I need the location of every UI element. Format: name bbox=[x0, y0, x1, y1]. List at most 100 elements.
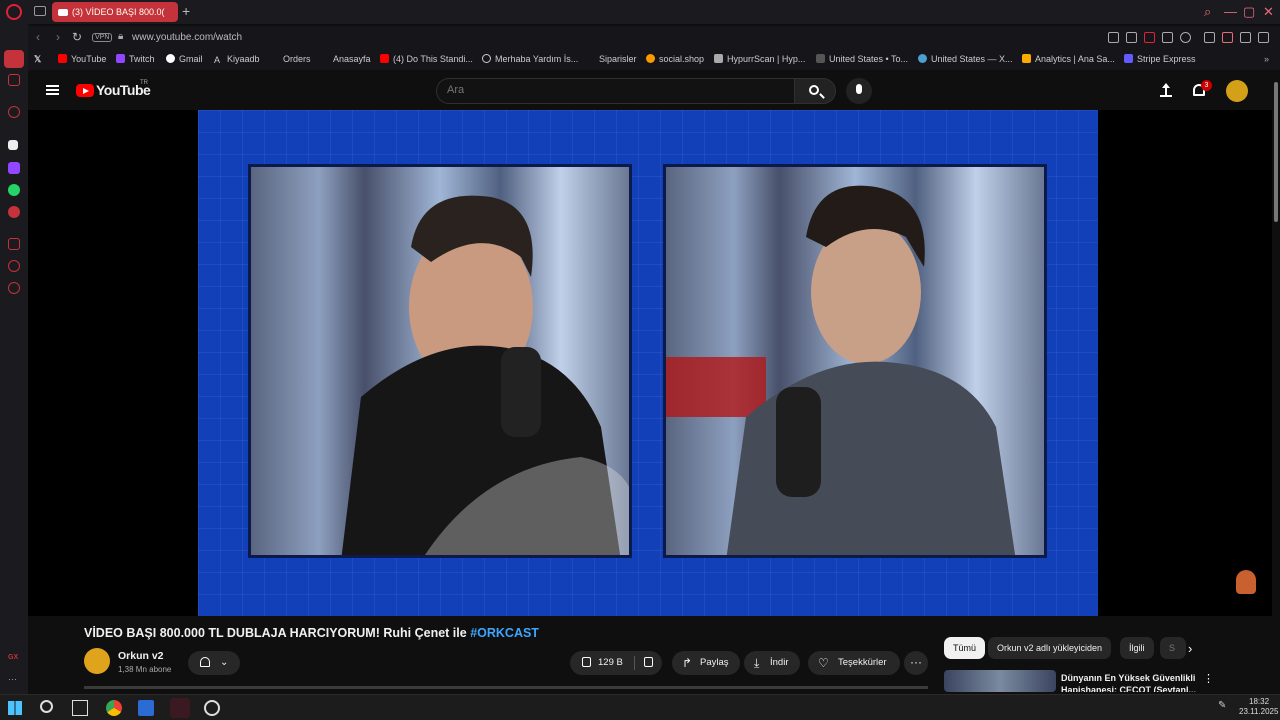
arc-icon[interactable] bbox=[8, 140, 18, 150]
download-button[interactable]: ⤓ İndir bbox=[744, 651, 800, 675]
extension-icon[interactable] bbox=[1108, 32, 1119, 43]
recommended-video-thumbnail[interactable] bbox=[944, 670, 1056, 692]
account-avatar[interactable] bbox=[1226, 80, 1248, 102]
pocket-icon[interactable] bbox=[1144, 32, 1155, 43]
bookmark-item[interactable]: Anasayfa bbox=[320, 54, 371, 64]
aria-icon[interactable] bbox=[8, 106, 20, 118]
bookmark-item[interactable]: A Kiyaadb bbox=[214, 54, 260, 65]
recommended-more-icon[interactable]: ⋮ bbox=[1203, 672, 1214, 685]
more-bookmarks-icon[interactable]: » bbox=[1264, 54, 1269, 64]
channel-subscriber-count: 1,38 Mn abone bbox=[118, 665, 172, 674]
opera-gx-taskbar-icon[interactable] bbox=[170, 698, 190, 718]
app-icon[interactable] bbox=[204, 700, 220, 716]
history-icon[interactable] bbox=[8, 260, 20, 272]
whatsapp-icon[interactable] bbox=[8, 184, 20, 196]
tab-switcher-icon[interactable] bbox=[34, 6, 46, 16]
maximize-button[interactable]: ▢ bbox=[1243, 4, 1255, 20]
recommended-video-title[interactable]: Dünyanın En Yüksek Güvenlikli Hapishanes… bbox=[1061, 672, 1197, 692]
channel-avatar[interactable] bbox=[84, 648, 110, 674]
account-icon[interactable] bbox=[1222, 32, 1233, 43]
hamburger-menu-icon[interactable] bbox=[46, 85, 59, 95]
chevron-right-icon[interactable]: › bbox=[1188, 641, 1192, 656]
bookmark-item[interactable]: Stripe Express bbox=[1124, 54, 1196, 64]
chip-partial[interactable]: S bbox=[1160, 637, 1186, 659]
like-icon[interactable] bbox=[582, 657, 591, 667]
dislike-icon[interactable] bbox=[644, 657, 653, 667]
like-dislike-group: 129 B bbox=[570, 651, 662, 675]
channel-watermark[interactable] bbox=[1236, 570, 1256, 594]
player-icon[interactable] bbox=[1162, 32, 1173, 43]
lock-icon[interactable]: 🔒︎ bbox=[118, 31, 123, 42]
share-button[interactable]: ↱ Paylaş bbox=[672, 651, 740, 675]
x-bookmark[interactable]: 𝕏 bbox=[34, 54, 41, 65]
pen-icon[interactable]: ✎ bbox=[1218, 700, 1228, 716]
reload-button[interactable]: ↻ bbox=[72, 30, 82, 44]
bookmark-item[interactable]: (4) Do This Standi... bbox=[380, 54, 473, 64]
upload-icon[interactable] bbox=[1160, 83, 1172, 97]
youtube-music-icon[interactable] bbox=[8, 206, 20, 218]
chip-related[interactable]: İlgili bbox=[1120, 637, 1154, 659]
snapshot-icon[interactable] bbox=[1126, 32, 1137, 43]
opera-logo-icon[interactable] bbox=[6, 4, 22, 20]
clock-time[interactable]: 18:32 bbox=[1249, 697, 1269, 706]
forward-button[interactable]: › bbox=[56, 30, 60, 44]
search-tabs-icon[interactable]: ⌕ bbox=[1204, 4, 1211, 20]
youtube-logo-icon[interactable] bbox=[76, 84, 94, 97]
bookmark-item[interactable]: Analytics | Ana Sa... bbox=[1022, 54, 1115, 64]
bookmark-item[interactable]: Siparisler bbox=[586, 54, 637, 64]
subscribed-notifications-button[interactable]: ⌄ bbox=[188, 651, 240, 675]
wallet-icon[interactable] bbox=[8, 238, 20, 250]
search-input[interactable] bbox=[447, 84, 747, 96]
gx-icon[interactable]: GX bbox=[8, 654, 20, 666]
new-tab-button[interactable]: + bbox=[182, 3, 190, 19]
bookmark-item[interactable]: HypurrScan | Hyp... bbox=[714, 54, 805, 64]
extensions-icon[interactable] bbox=[1204, 32, 1215, 43]
bookmark-item[interactable]: social.shop bbox=[646, 54, 704, 64]
thanks-label: Teşekkürler bbox=[838, 657, 887, 668]
task-view-icon[interactable] bbox=[72, 700, 88, 716]
twitch-icon[interactable] bbox=[8, 162, 20, 174]
bookmark-item[interactable]: Twitch bbox=[116, 54, 155, 64]
windows-taskbar: ✎ bbox=[0, 694, 1280, 720]
scrollbar-thumb[interactable] bbox=[1274, 82, 1278, 222]
settings-icon[interactable] bbox=[8, 282, 20, 294]
like-count[interactable]: 129 B bbox=[598, 651, 623, 675]
bookmark-item[interactable]: Merhaba Yardım İs... bbox=[482, 54, 578, 64]
bookmark-item[interactable]: Gmail bbox=[166, 54, 203, 64]
taskbar-search-icon[interactable] bbox=[40, 700, 53, 713]
bookmark-label: Orders bbox=[283, 54, 311, 64]
windows-start-icon[interactable] bbox=[8, 701, 22, 715]
bookmark-item[interactable]: United States — X... bbox=[918, 54, 1013, 64]
page-scrollbar[interactable] bbox=[1272, 72, 1280, 694]
bookmark-item[interactable]: United States • To... bbox=[816, 54, 908, 64]
menu-icon[interactable] bbox=[1258, 32, 1269, 43]
search-button[interactable] bbox=[794, 78, 836, 104]
chip-all[interactable]: Tümü bbox=[944, 637, 986, 659]
sidebar-more-icon[interactable]: ··· bbox=[8, 674, 20, 686]
download-icon[interactable] bbox=[1240, 32, 1251, 43]
video-frame[interactable] bbox=[198, 110, 1098, 616]
person-left-figure bbox=[341, 195, 629, 555]
clock-date[interactable]: 23.11.2025 bbox=[1239, 707, 1278, 716]
bookmark-item[interactable]: YouTube bbox=[58, 54, 106, 64]
minimize-button[interactable]: — bbox=[1224, 4, 1237, 19]
home-icon[interactable] bbox=[4, 50, 24, 68]
close-window-button[interactable]: ✕ bbox=[1263, 4, 1274, 20]
chrome-icon[interactable] bbox=[106, 700, 122, 716]
browser-tab-active[interactable]: (3) VİDEO BAŞI 800.0( bbox=[52, 2, 178, 22]
more-actions-button[interactable]: ··· bbox=[904, 651, 928, 675]
calculator-icon[interactable] bbox=[138, 700, 154, 716]
thanks-button[interactable]: ♡ Teşekkürler bbox=[808, 651, 900, 675]
chat-icon[interactable] bbox=[8, 74, 20, 86]
channel-name[interactable]: Orkun v2 bbox=[118, 650, 164, 662]
video-hashtag-link[interactable]: #ORKCAST bbox=[470, 626, 539, 640]
vpn-badge[interactable]: VPN bbox=[92, 33, 113, 42]
back-button[interactable]: ‹ bbox=[36, 30, 40, 44]
bookmark-item[interactable]: Orders bbox=[270, 54, 311, 64]
chip-from-channel[interactable]: Orkun v2 adlı yükleyiciden bbox=[988, 637, 1112, 659]
video-player[interactable] bbox=[28, 110, 1272, 616]
voice-search-button[interactable] bbox=[846, 78, 872, 104]
search-box[interactable] bbox=[436, 78, 794, 104]
heart-icon[interactable] bbox=[1180, 32, 1191, 43]
url-field[interactable]: www.youtube.com/watch bbox=[132, 32, 242, 43]
